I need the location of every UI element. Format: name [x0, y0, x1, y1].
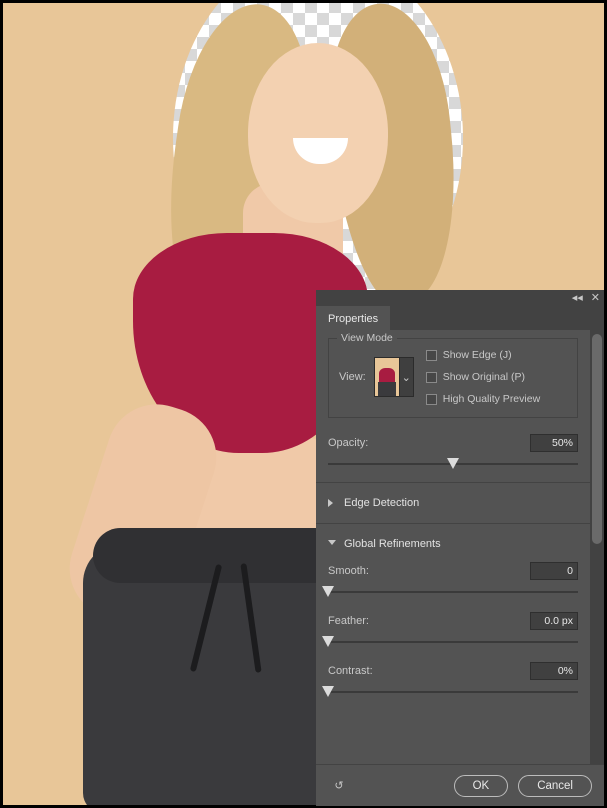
feather-slider[interactable]	[328, 634, 578, 650]
smooth-input[interactable]: 0	[530, 562, 578, 580]
reset-button[interactable]: ↺	[328, 777, 350, 795]
high-quality-label: High Quality Preview	[443, 393, 540, 405]
panel-collapse-icon[interactable]: ◂◂	[572, 291, 583, 304]
cancel-button[interactable]: Cancel	[518, 775, 592, 797]
feather-input[interactable]: 0.0 px	[530, 612, 578, 630]
panel-tabbar: Properties	[316, 304, 604, 330]
view-mode-group: View Mode View: ⌄ Show Ed	[328, 338, 578, 418]
ok-button[interactable]: OK	[454, 775, 509, 797]
panel-topbar: ◂◂ ✕	[316, 290, 604, 304]
smooth-slider[interactable]	[328, 584, 578, 600]
opacity-input[interactable]: 50%	[530, 434, 578, 452]
show-edge-checkbox[interactable]: Show Edge (J)	[426, 349, 540, 361]
contrast-input[interactable]: 0%	[530, 662, 578, 680]
opacity-slider[interactable]	[328, 456, 578, 472]
scrollbar-thumb[interactable]	[592, 334, 602, 544]
chevron-down-icon: ⌄	[402, 371, 411, 384]
view-label: View:	[339, 371, 366, 383]
high-quality-checkbox[interactable]: High Quality Preview	[426, 393, 540, 405]
properties-panel: ◂◂ ✕ Properties View Mode View: ⌄	[316, 290, 604, 806]
show-original-checkbox[interactable]: Show Original (P)	[426, 371, 540, 383]
show-edge-label: Show Edge (J)	[443, 349, 512, 361]
view-mode-legend: View Mode	[337, 332, 397, 344]
chevron-right-icon	[328, 499, 336, 507]
view-thumbnail[interactable]	[374, 357, 400, 397]
global-refinements-label: Global Refinements	[344, 538, 441, 550]
edge-detection-label: Edge Detection	[344, 497, 419, 509]
reset-icon: ↺	[334, 779, 343, 792]
contrast-slider[interactable]	[328, 684, 578, 700]
panel-footer: ↺ OK Cancel	[316, 764, 604, 806]
panel-close-icon[interactable]: ✕	[591, 291, 600, 304]
global-refinements-header[interactable]: Global Refinements	[316, 528, 590, 560]
chevron-down-icon	[328, 540, 336, 548]
view-dropdown-button[interactable]: ⌄	[400, 357, 414, 397]
feather-label: Feather:	[328, 615, 369, 627]
contrast-label: Contrast:	[328, 665, 373, 677]
tab-properties[interactable]: Properties	[316, 306, 390, 330]
edge-detection-header[interactable]: Edge Detection	[316, 487, 590, 519]
subject-face	[248, 43, 388, 223]
opacity-label: Opacity:	[328, 437, 368, 449]
panel-scrollbar[interactable]	[590, 330, 604, 764]
smooth-label: Smooth:	[328, 565, 369, 577]
show-original-label: Show Original (P)	[443, 371, 525, 383]
